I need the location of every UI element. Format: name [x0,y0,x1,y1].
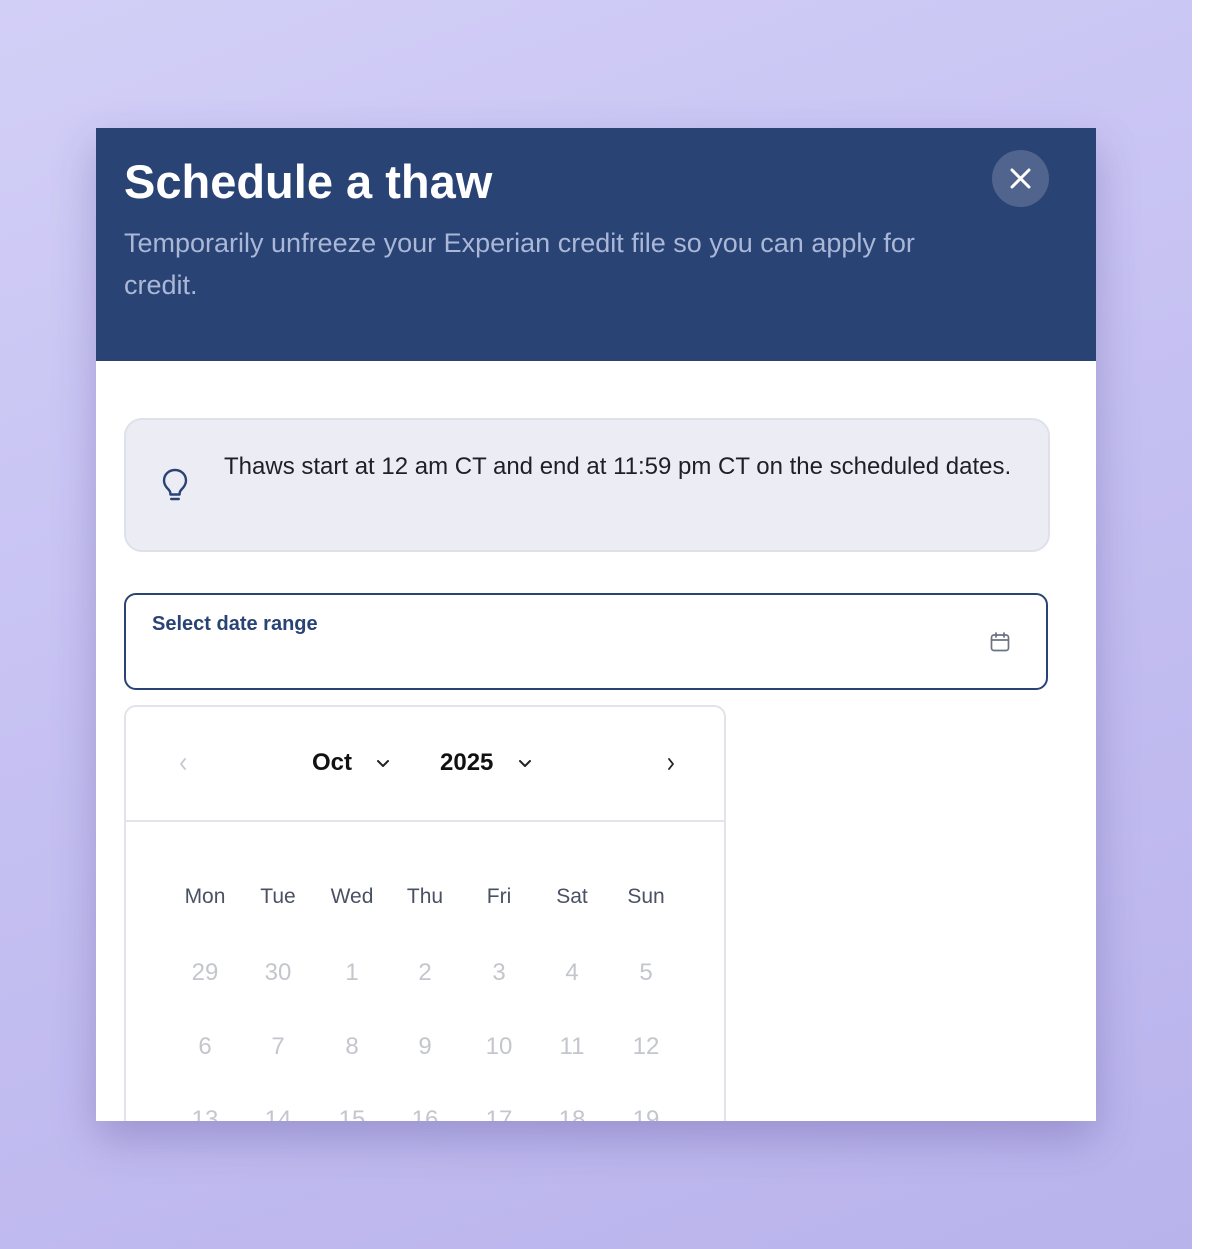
chevron-down-icon [377,760,389,767]
calendar-day: 8 [345,1033,359,1060]
weekday-thu: Thu [406,885,444,908]
modal-subtitle: Temporarily unfreeze your Experian credi… [124,228,915,300]
date-range-field[interactable]: Select date range [124,593,1048,690]
modal-title: Schedule a thaw [124,155,493,208]
calendar-day: 16 [411,1106,439,1121]
calendar-day: 29 [191,959,219,986]
calendar-day: 4 [565,959,579,986]
weekday-mon: Mon [184,885,226,908]
calendar-day: 9 [418,1033,432,1060]
calendar-day: 17 [485,1106,513,1121]
calendar-day: 15 [338,1106,366,1121]
calendar-day: 1 [345,959,359,986]
calendar-day: 18 [558,1106,586,1121]
calendar-day: 5 [639,959,653,986]
schedule-thaw-modal: Schedule a thaw Temporarily unfreeze you… [96,128,1096,1121]
calendar-day: 14 [264,1106,292,1121]
weekday-sat: Sat [556,885,588,908]
month-dropdown[interactable]: Oct [312,745,398,781]
info-text: Thaws start at 12 am CT and end at 11:59… [224,453,1012,480]
next-month-button[interactable] [656,749,686,779]
info-banner: Thaws start at 12 am CT and end at 11:59… [124,418,1050,552]
year-value: 2025 [440,749,494,776]
calendar-day: 19 [632,1106,660,1121]
previous-month-button[interactable] [168,749,198,779]
date-picker-calendar: Oct 2025 Mon Tue Wed Thu Fri Sat Sun 29 … [124,705,726,1121]
chevron-left-icon [180,758,186,770]
calendar-day: 13 [191,1106,219,1121]
close-button[interactable] [992,150,1049,207]
lightbulb-icon [162,468,188,501]
weekday-sun: Sun [627,885,665,908]
calendar-day: 7 [271,1033,285,1060]
weekday-fri: Fri [486,885,512,908]
calendar-day: 3 [492,959,506,986]
weekday-tue: Tue [260,885,296,908]
close-icon [1010,168,1031,189]
year-dropdown[interactable]: 2025 [440,745,540,781]
calendar-day: 11 [559,1033,585,1060]
calendar-day: 2 [418,959,432,986]
calendar-day: 10 [485,1033,513,1060]
chevron-down-icon [519,760,531,767]
calendar-day: 12 [632,1033,660,1060]
calendar-header: Oct 2025 [126,707,724,822]
chevron-right-icon [668,758,674,770]
calendar-day: 6 [198,1033,212,1060]
calendar-icon[interactable] [990,632,1010,652]
calendar-day: 30 [264,959,292,986]
modal-header: Schedule a thaw Temporarily unfreeze you… [96,128,1096,361]
weekday-wed: Wed [330,885,374,908]
date-range-label: Select date range [152,613,318,635]
month-value: Oct [312,749,353,776]
